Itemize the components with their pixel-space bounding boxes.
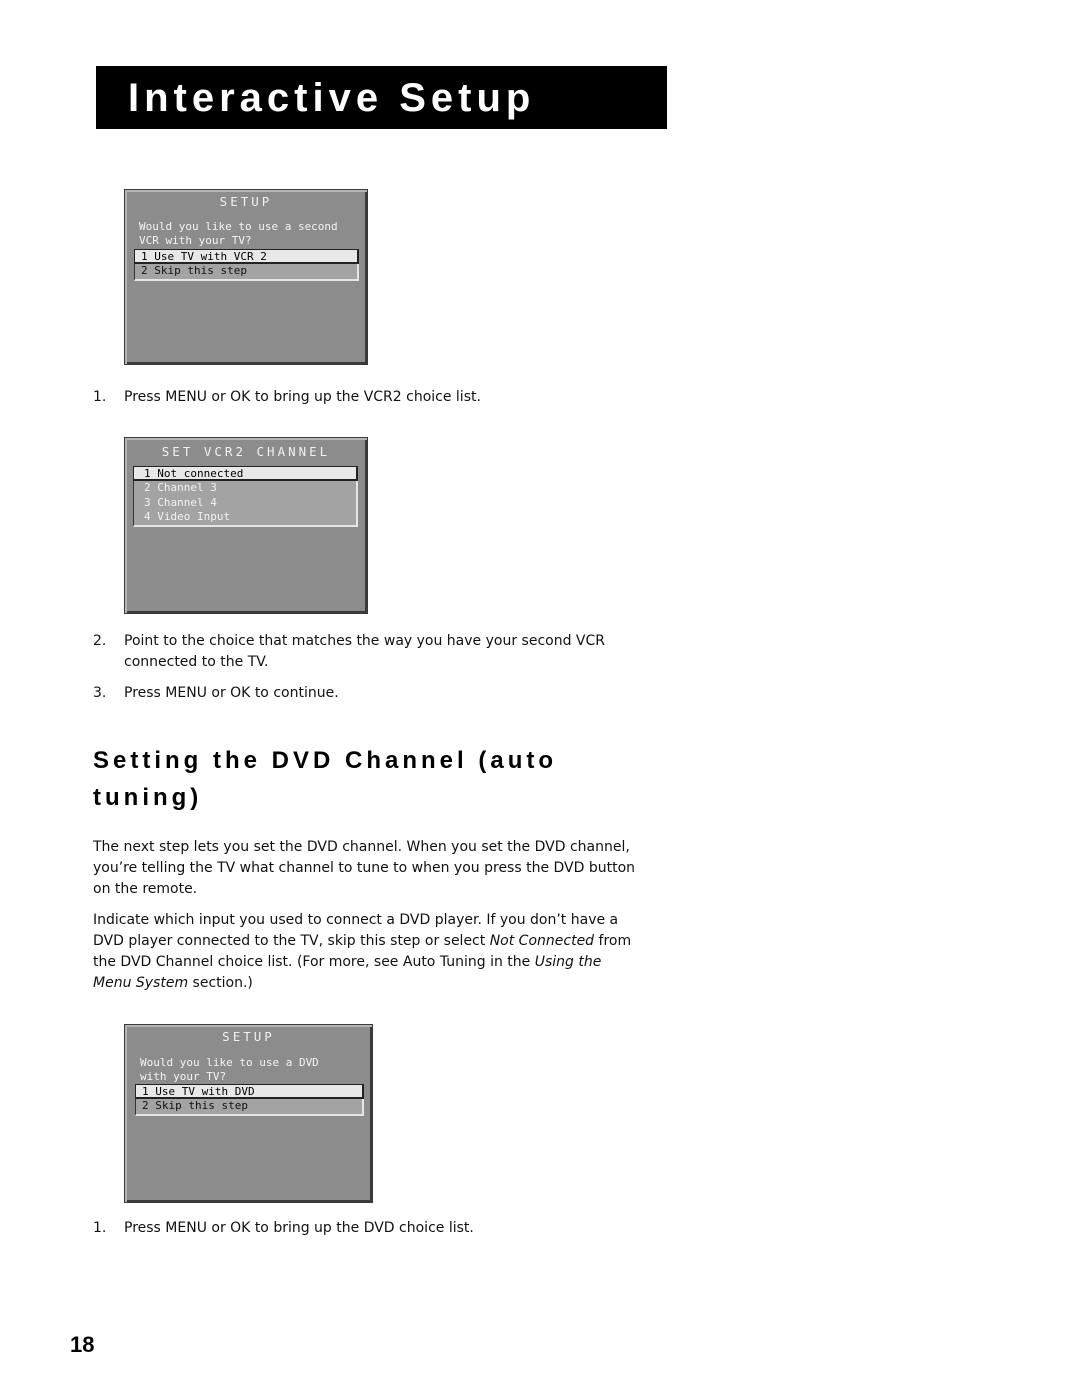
step-number: 1. [93,389,107,405]
tv-option[interactable]: 2 Skip this step [135,264,357,279]
paragraph-text: section.) [188,975,253,991]
tv-screen-vcr2-channel: SET VCR2 CHANNEL 1 Not connected 2 Chann… [124,437,368,614]
chapter-banner: Interactive Setup [96,66,667,129]
tv-screen-vcr2-setup: SETUP Would you like to use a second VCR… [124,189,368,365]
tv-screen-prompt: Would you like to use a second VCR with … [139,220,338,247]
tv-screen-title: SETUP [219,194,273,209]
tv-option-selected[interactable]: 1 Use TV with DVD [135,1084,364,1099]
tv-option-list: 1 Use TV with VCR 2 2 Skip this step [134,249,359,281]
instruction-step: 1. Press MENU or OK to bring up the VCR2… [93,387,644,408]
instruction-step: 3. Press MENU or OK to continue. [93,683,644,704]
instruction-step: 1. Press MENU or OK to bring up the DVD … [93,1218,644,1239]
step-number: 3. [93,685,107,701]
instruction-step: 2. Point to the choice that matches the … [93,631,644,673]
tv-option-group: 2 Channel 3 3 Channel 4 4 Video Input [133,481,358,527]
body-paragraph: Indicate which input you used to connect… [93,910,643,994]
tv-option-selected[interactable]: 1 Use TV with VCR 2 [134,249,359,264]
tv-option-group: 2 Skip this step [134,264,359,281]
tv-screen-prompt: Would you like to use a DVD with your TV… [140,1056,319,1083]
body-paragraph: The next step lets you set the DVD chann… [93,839,636,897]
tv-option[interactable]: 4 Video Input [134,510,356,525]
step-text: Press MENU or OK to continue. [124,685,339,701]
step-text: Press MENU or OK to bring up the VCR2 ch… [124,389,481,405]
tv-option[interactable]: 2 Skip this step [136,1099,362,1114]
section-heading: Setting the DVD Channel (auto tuning) [93,747,557,811]
tv-option-list: 1 Not connected 2 Channel 3 3 Channel 4 … [133,466,358,527]
tv-screen-title: SET VCR2 CHANNEL [161,444,331,459]
tv-screen-title: SETUP [222,1029,275,1044]
tv-screen-dvd-setup: SETUP Would you like to use a DVD with y… [124,1024,373,1203]
step-number: 1. [93,1220,107,1236]
chapter-title: Interactive Setup [128,76,536,120]
page-number: 18 [70,1332,95,1357]
step-text: Point to the choice that matches the way… [124,633,605,670]
step-number: 2. [93,633,107,649]
tv-option[interactable]: 3 Channel 4 [134,496,356,511]
tv-option[interactable]: 2 Channel 3 [134,481,356,496]
tv-option-list: 1 Use TV with DVD 2 Skip this step [135,1084,364,1116]
tv-option-selected[interactable]: 1 Not connected [133,466,358,481]
step-text: Press MENU or OK to bring up the DVD cho… [124,1220,474,1236]
tv-option-group: 2 Skip this step [135,1099,364,1116]
emphasis-text: Not Connected [489,933,595,949]
